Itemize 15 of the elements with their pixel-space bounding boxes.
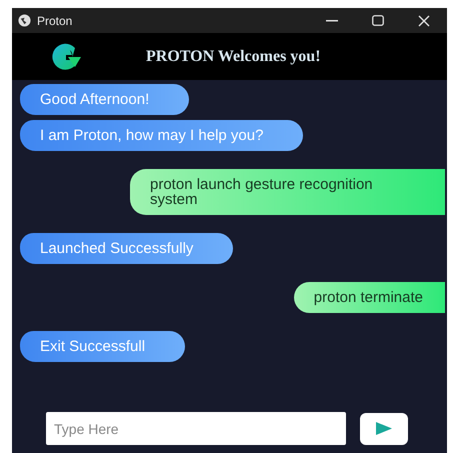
send-button[interactable]	[360, 412, 408, 444]
bot-message: I am Proton, how may I help you?	[20, 120, 304, 151]
bot-message: Exit Successfull	[20, 331, 186, 362]
window-title: Proton	[37, 14, 74, 28]
user-message: proton terminate	[294, 282, 445, 313]
message-input[interactable]: Type Here	[46, 412, 346, 445]
maximize-icon	[372, 15, 384, 26]
user-message: proton launch gesture recognition system	[130, 169, 445, 215]
close-icon	[418, 14, 430, 26]
app-icon	[18, 14, 31, 27]
bot-message: Launched Successfully	[20, 233, 234, 264]
welcome-heading: PROTON Welcomes you!	[146, 48, 321, 66]
send-icon	[376, 422, 392, 435]
minimize-icon	[326, 20, 338, 22]
bot-message: Good Afternoon!	[20, 84, 190, 115]
